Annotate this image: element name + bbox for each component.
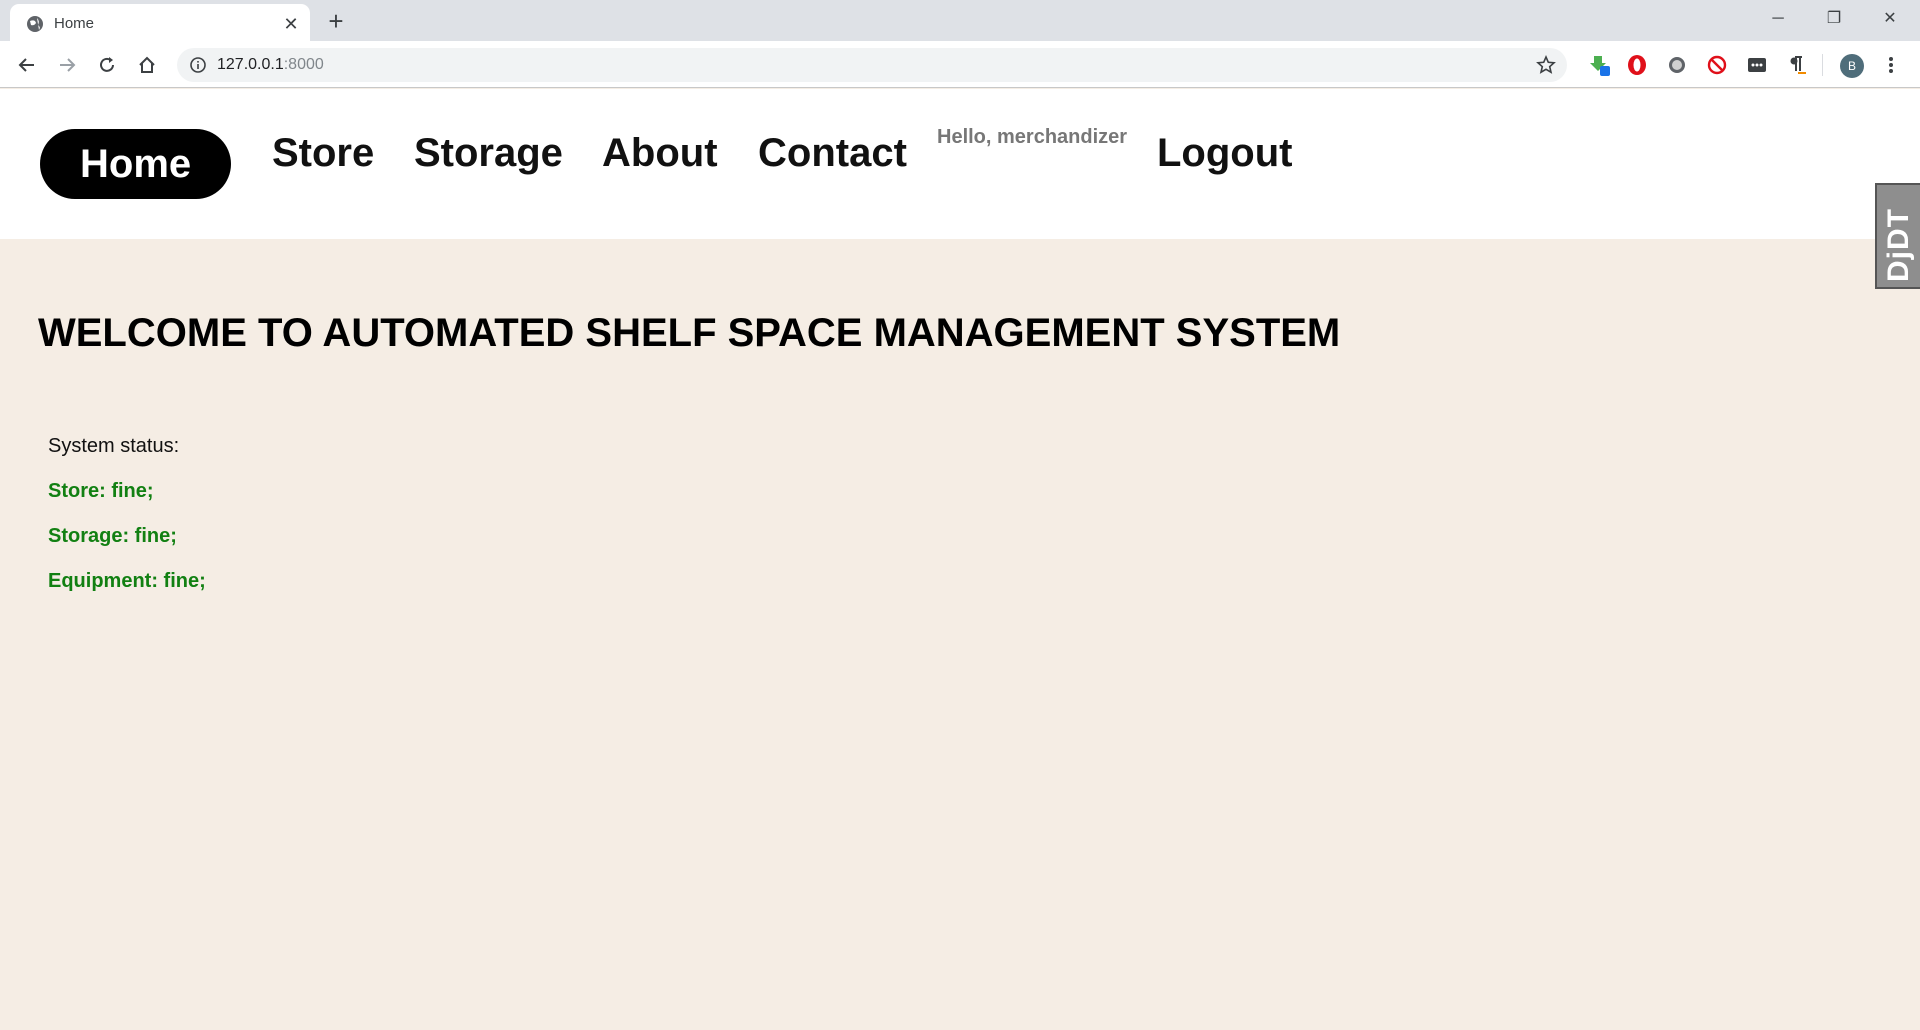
storage-status: Storage: fine; (48, 525, 177, 547)
reload-button[interactable] (92, 50, 122, 80)
new-tab-button[interactable]: + (322, 8, 350, 36)
forward-arrow-icon (60, 58, 76, 72)
debug-toolbar-handle[interactable]: DjDT (1875, 183, 1920, 289)
home-button[interactable] (132, 50, 162, 80)
close-tab-icon[interactable]: ✕ (280, 13, 302, 35)
debug-toolbar-label: DjDT (1882, 208, 1915, 282)
nav-contact[interactable]: Contact (758, 129, 907, 177)
nav-store[interactable]: Store (272, 129, 374, 177)
home-icon (139, 56, 155, 73)
equipment-status: Equipment: fine; (48, 570, 206, 592)
reload-icon (100, 57, 114, 72)
nav-home[interactable]: Home (40, 129, 232, 199)
bookmark-star-icon[interactable] (1535, 54, 1557, 76)
nav-logout[interactable]: Logout (1157, 129, 1293, 177)
user-greeting: Hello, merchandizer (937, 126, 1128, 148)
browser-tab[interactable]: Home ✕ (10, 4, 310, 41)
browser-toolbar: 127.0.0.1:8000 B (0, 41, 1920, 88)
main-content: WELCOME TO AUTOMATED SHELF SPACE MANAGEM… (0, 239, 1920, 1030)
forward-button[interactable] (52, 50, 82, 80)
opera-extension-icon[interactable] (1626, 54, 1648, 76)
dots-extension-icon[interactable] (1746, 54, 1768, 76)
restore-window-button[interactable]: ❐ (1806, 0, 1862, 38)
site-header: Home Store Storage About Contact Hello, … (0, 89, 1920, 239)
minimize-window-button[interactable]: ─ (1750, 0, 1806, 38)
nav-storage[interactable]: Storage (414, 129, 563, 177)
system-status-label: System status: (48, 435, 180, 457)
block-extension-icon[interactable] (1706, 54, 1728, 76)
paragraph-extension-icon[interactable] (1786, 54, 1808, 76)
page-title: WELCOME TO AUTOMATED SHELF SPACE MANAGEM… (38, 311, 1341, 355)
browser-tab-bar: Home ✕ + ─ ❐ ✕ (0, 0, 1920, 41)
more-menu-icon[interactable] (1880, 54, 1902, 76)
download-extension-icon[interactable] (1588, 54, 1610, 76)
toolbar-divider (1822, 54, 1823, 76)
address-bar[interactable]: 127.0.0.1:8000 (177, 48, 1567, 82)
back-arrow-icon (18, 58, 34, 72)
back-button[interactable] (12, 50, 42, 80)
profile-avatar[interactable]: B (1840, 54, 1864, 78)
circle-extension-icon[interactable] (1666, 54, 1688, 76)
url-text: 127.0.0.1:8000 (217, 56, 324, 73)
store-status: Store: fine; (48, 480, 154, 502)
tab-title: Home (54, 15, 95, 32)
globe-icon (27, 16, 43, 32)
nav-about[interactable]: About (602, 129, 718, 177)
close-window-button[interactable]: ✕ (1862, 0, 1918, 38)
info-icon[interactable] (189, 56, 207, 74)
